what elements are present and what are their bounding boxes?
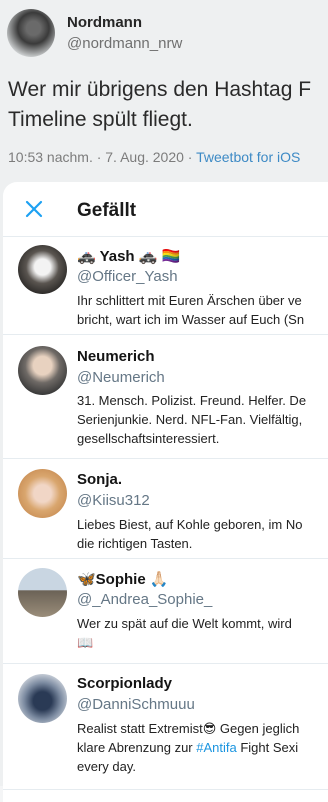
- modal-title: Gefällt: [77, 200, 137, 221]
- bio-line: Liebes Biest, auf Kohle geboren, im No: [77, 517, 303, 532]
- bio-text: klare Abrenzung zur: [77, 740, 197, 755]
- tweet-text-line-1: Wer mir übrigens den Hashtag F: [8, 78, 312, 101]
- tweet-source-link[interactable]: Tweetbot for iOS: [196, 149, 300, 165]
- avatar[interactable]: [18, 469, 67, 518]
- user-name[interactable]: 🦋Sophie 🙏🏻: [77, 570, 169, 588]
- bio-line: every day.: [77, 759, 137, 774]
- user-row[interactable]: Scorpionlady @DanniSchmuuu Realist statt…: [3, 664, 328, 790]
- avatar[interactable]: [18, 568, 67, 617]
- user-name[interactable]: Scorpionlady: [77, 675, 172, 692]
- avatar[interactable]: [18, 346, 67, 395]
- user-row[interactable]: Neumerich @Neumerich 31. Mensch. Polizis…: [3, 335, 328, 459]
- bio-line: gesellschaftsinteressiert.: [77, 431, 220, 446]
- author-avatar[interactable]: [7, 9, 55, 57]
- bio-line: 📖: [77, 635, 94, 650]
- user-bio: Realist statt Extremist😎 Gegen jeglich k…: [77, 719, 328, 776]
- user-handle: @DanniSchmuuu: [77, 696, 195, 713]
- user-handle: @Neumerich: [77, 369, 165, 386]
- tweet-meta: 10:53 nachm. · 7. Aug. 2020 · Tweetbot f…: [8, 149, 300, 165]
- tweet-text-line-2: Timeline spült fliegt.: [8, 108, 193, 131]
- close-icon[interactable]: [23, 198, 45, 220]
- avatar[interactable]: [18, 674, 67, 723]
- bio-line: 31. Mensch. Polizist. Freund. Helfer. De: [77, 393, 307, 408]
- user-name[interactable]: 🚓 Yash 🚓 🏳️‍🌈: [77, 247, 180, 265]
- user-handle: @Kiisu312: [77, 492, 150, 509]
- tweet-timestamp: 10:53 nachm. · 7. Aug. 2020 ·: [8, 149, 197, 165]
- user-handle: @_Andrea_Sophie_: [77, 591, 213, 608]
- tweet-text: Wer mir übrigens den Hashtag F Timeline …: [8, 75, 328, 135]
- bio-text: Fight Sexi: [236, 740, 299, 755]
- bio-line: Wer zu spät auf die Welt kommt, wird: [77, 616, 292, 631]
- bio-line: die richtigen Tasten.: [77, 536, 193, 551]
- modal-header: Gefällt: [3, 182, 328, 237]
- user-bio: Ihr schlittert mit Euren Ärschen über ve…: [77, 291, 328, 329]
- user-bio: Liebes Biest, auf Kohle geboren, im No d…: [77, 515, 328, 553]
- bio-line: Realist statt Extremist😎 Gegen jeglich: [77, 721, 300, 736]
- author-handle[interactable]: @nordmann_nrw: [67, 35, 182, 52]
- user-name[interactable]: Neumerich: [77, 348, 155, 365]
- user-bio: Wer zu spät auf die Welt kommt, wird 📖: [77, 614, 328, 652]
- bio-line: Serienjunkie. Nerd. NFL-Fan. Vielfältig,: [77, 412, 303, 427]
- bio-line: klare Abrenzung zur #Antifa Fight Sexi: [77, 738, 328, 757]
- avatar[interactable]: [18, 245, 67, 294]
- hashtag-link[interactable]: #Antifa: [196, 740, 236, 755]
- user-bio: 31. Mensch. Polizist. Freund. Helfer. De…: [77, 391, 328, 448]
- user-handle: @Officer_Yash: [77, 268, 178, 285]
- user-row[interactable]: 🦋Sophie 🙏🏻 @_Andrea_Sophie_ Wer zu spät …: [3, 559, 328, 664]
- user-name[interactable]: Sonja.: [77, 471, 122, 488]
- bio-line: Ihr schlittert mit Euren Ärschen über ve: [77, 293, 302, 308]
- likes-modal: Gefällt 🚓 Yash 🚓 🏳️‍🌈 @Officer_Yash Ihr …: [3, 182, 328, 802]
- user-list: 🚓 Yash 🚓 🏳️‍🌈 @Officer_Yash Ihr schlitte…: [3, 237, 328, 790]
- author-name[interactable]: Nordmann: [67, 14, 142, 31]
- user-row[interactable]: Sonja. @Kiisu312 Liebes Biest, auf Kohle…: [3, 459, 328, 559]
- bio-line: bricht, wart ich im Wasser auf Euch (Sn: [77, 312, 305, 327]
- user-row[interactable]: 🚓 Yash 🚓 🏳️‍🌈 @Officer_Yash Ihr schlitte…: [3, 237, 328, 335]
